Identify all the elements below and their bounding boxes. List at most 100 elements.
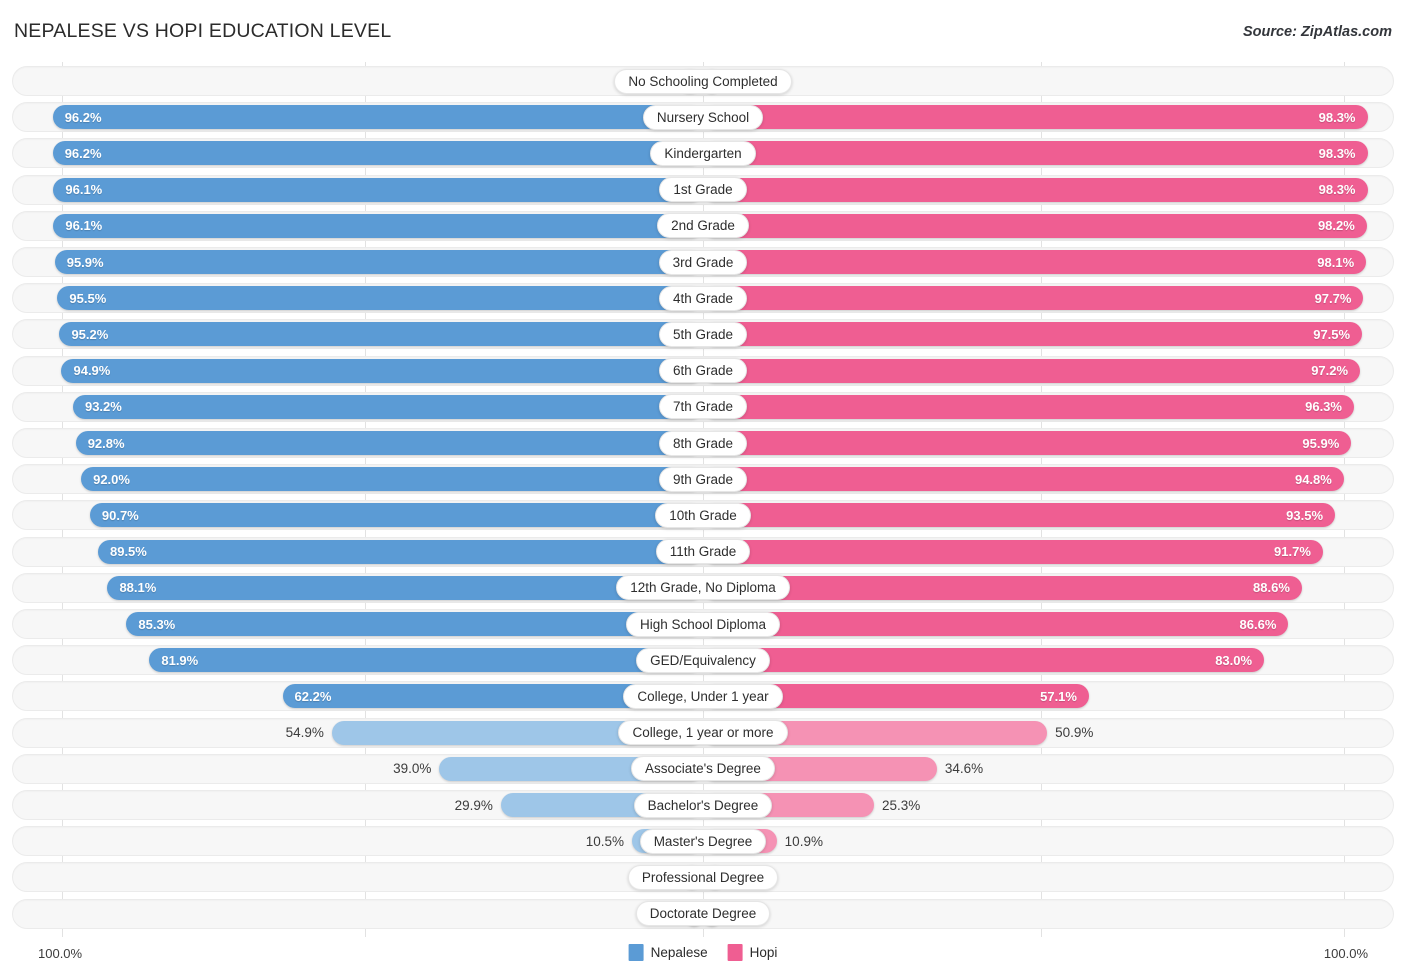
right-bar-group: 83.0% <box>703 648 1390 673</box>
category-label: 3rd Grade <box>658 249 748 275</box>
bar-nepalese[interactable]: 88.1% <box>107 575 703 600</box>
left-bar-group: 94.9% <box>16 358 703 383</box>
bar-hopi[interactable]: 98.2% <box>703 213 1367 238</box>
left-bar-group: 89.5% <box>16 539 703 564</box>
bar-value-hopi: 34.6% <box>944 761 984 777</box>
bar-nepalese[interactable]: 95.2% <box>59 322 703 347</box>
bar-nepalese[interactable]: 95.9% <box>54 250 703 274</box>
chart-row: 95.2% 97.5% 5th Grade <box>12 319 1394 350</box>
chart-rows: 3.8%2.2%No Schooling Completed 96.2% 98.3%… <box>0 62 1406 937</box>
left-bar-group: 1.3% <box>16 901 703 926</box>
bar-nepalese[interactable]: 92.0% <box>81 467 703 492</box>
right-bar-group: 57.1% <box>703 684 1390 709</box>
bar-hopi[interactable]: 96.3% <box>703 394 1354 419</box>
right-bar-group: 94.8% <box>703 467 1390 492</box>
chart-row: 95.9% 98.1% 3rd Grade <box>12 247 1394 277</box>
bar-nepalese[interactable]: 93.2% <box>72 394 703 419</box>
bar-value-hopi: 86.6% <box>1239 616 1277 632</box>
category-label: Master's Degree <box>639 828 767 854</box>
bar-hopi[interactable]: 86.6% <box>703 612 1289 636</box>
bar-value-hopi: 91.7% <box>1274 544 1311 560</box>
legend-swatch-icon <box>628 944 644 961</box>
bar-value-nepalese: 81.9% <box>161 652 199 668</box>
right-bar-group: 88.6% <box>703 575 1390 600</box>
bar-value-hopi: 98.3% <box>1318 145 1356 161</box>
bar-hopi[interactable]: 97.2% <box>703 358 1361 383</box>
chart-row: 10.5% 10.9% Master's Degree <box>12 826 1394 857</box>
legend-item[interactable]: Hopi <box>727 944 778 961</box>
bar-nepalese[interactable]: 90.7% <box>89 503 703 528</box>
bar-value-nepalese: 96.1% <box>65 218 103 234</box>
right-bar-group: 2.2% <box>703 69 1390 93</box>
chart-row: 3.8%2.2%No Schooling Completed <box>12 66 1394 96</box>
chart-row: 62.2% 57.1% College, Under 1 year <box>12 681 1394 712</box>
bar-hopi[interactable]: 97.5% <box>703 322 1363 347</box>
bar-value-nepalese: 96.2% <box>64 109 102 125</box>
bar-value-hopi: 97.7% <box>1314 290 1352 306</box>
category-label: 12th Grade, No Diploma <box>616 575 790 601</box>
left-bar-group: 88.1% <box>16 575 703 600</box>
right-bar-group: 86.6% <box>703 612 1390 636</box>
bar-hopi[interactable]: 98.3% <box>703 105 1368 130</box>
right-bar-group: 97.7% <box>703 286 1390 311</box>
source-attribution: Source: ZipAtlas.com <box>1242 24 1392 40</box>
legend-label: Hopi <box>749 945 778 960</box>
bar-hopi[interactable]: 97.7% <box>703 286 1364 311</box>
bar-nepalese[interactable]: 96.2% <box>52 141 703 166</box>
bar-nepalese[interactable]: 96.2% <box>52 105 703 130</box>
bar-hopi[interactable]: 95.9% <box>703 431 1352 455</box>
left-bar-group: 92.0% <box>16 467 703 492</box>
left-bar-group: 3.8% <box>16 69 703 93</box>
right-bar-group: 3.6% <box>703 865 1390 890</box>
bar-hopi[interactable]: 98.3% <box>703 141 1368 166</box>
bar-nepalese[interactable]: 96.1% <box>53 177 703 202</box>
chart-row: 88.1% 88.6% 12th Grade, No Diploma <box>12 572 1394 603</box>
legend-item[interactable]: Nepalese <box>628 944 708 961</box>
bar-nepalese[interactable]: 95.5% <box>57 286 703 311</box>
category-label: 8th Grade <box>658 430 748 456</box>
left-bar-group: 96.2% <box>16 105 703 130</box>
bar-hopi[interactable]: 98.1% <box>703 250 1367 274</box>
category-label: GED/Equivalency <box>636 647 770 673</box>
chart-row: 81.9% 83.0% GED/Equivalency <box>12 645 1394 676</box>
chart-row: 54.9% 50.9% College, 1 year or more <box>12 717 1394 748</box>
chart-row: 92.0% 94.8% 9th Grade <box>12 464 1394 495</box>
bar-nepalese[interactable]: 89.5% <box>97 539 703 564</box>
chart-row: 3.2%3.6%Professional Degree <box>12 862 1394 893</box>
chart-row: 94.9% 97.2% 6th Grade <box>12 355 1394 386</box>
bar-value-nepalese: 39.0% <box>393 761 432 777</box>
bar-hopi[interactable]: 93.5% <box>703 503 1336 528</box>
bar-hopi[interactable]: 98.3% <box>703 177 1368 202</box>
bar-value-nepalese: 95.2% <box>71 326 109 342</box>
bar-value-nepalese: 92.0% <box>93 471 130 487</box>
bar-nepalese[interactable]: 96.1% <box>53 213 703 238</box>
category-label: 4th Grade <box>658 285 748 311</box>
bar-hopi[interactable]: 94.8% <box>703 467 1344 492</box>
left-bar-group: 96.1% <box>16 177 703 202</box>
right-bar-group: 91.7% <box>703 539 1390 564</box>
left-bar-group: 29.9% <box>16 793 703 817</box>
bar-nepalese[interactable]: 92.8% <box>75 431 703 455</box>
bar-value-nepalese: 89.5% <box>109 544 147 560</box>
bar-nepalese[interactable]: 94.9% <box>61 358 703 383</box>
bar-hopi[interactable]: 83.0% <box>703 648 1265 673</box>
bar-value-hopi: 10.9% <box>784 833 823 849</box>
bar-value-hopi: 97.5% <box>1313 326 1351 342</box>
left-bar-group: 95.9% <box>16 250 703 274</box>
category-label: Bachelor's Degree <box>633 792 773 818</box>
bar-hopi[interactable]: 91.7% <box>703 539 1323 564</box>
bar-hopi[interactable]: 88.6% <box>703 575 1302 600</box>
bar-nepalese[interactable]: 85.3% <box>126 612 703 636</box>
bar-value-hopi: 93.5% <box>1286 507 1324 523</box>
right-bar-group: 98.3% <box>703 177 1390 202</box>
chart-row: 85.3% 86.6% High School Diploma <box>12 609 1394 639</box>
bar-value-nepalese: 93.2% <box>84 399 122 415</box>
bar-nepalese[interactable]: 81.9% <box>149 648 703 673</box>
left-bar-group: 90.7% <box>16 503 703 528</box>
category-label: Kindergarten <box>650 140 756 166</box>
chart-row: 90.7% 93.5% 10th Grade <box>12 500 1394 531</box>
chart-plot-area: 3.8%2.2%No Schooling Completed 96.2% 98.3%… <box>0 62 1406 937</box>
left-bar-group: 95.5% <box>16 286 703 311</box>
category-label: No Schooling Completed <box>614 68 792 94</box>
left-bar-group: 10.5% <box>16 829 703 854</box>
